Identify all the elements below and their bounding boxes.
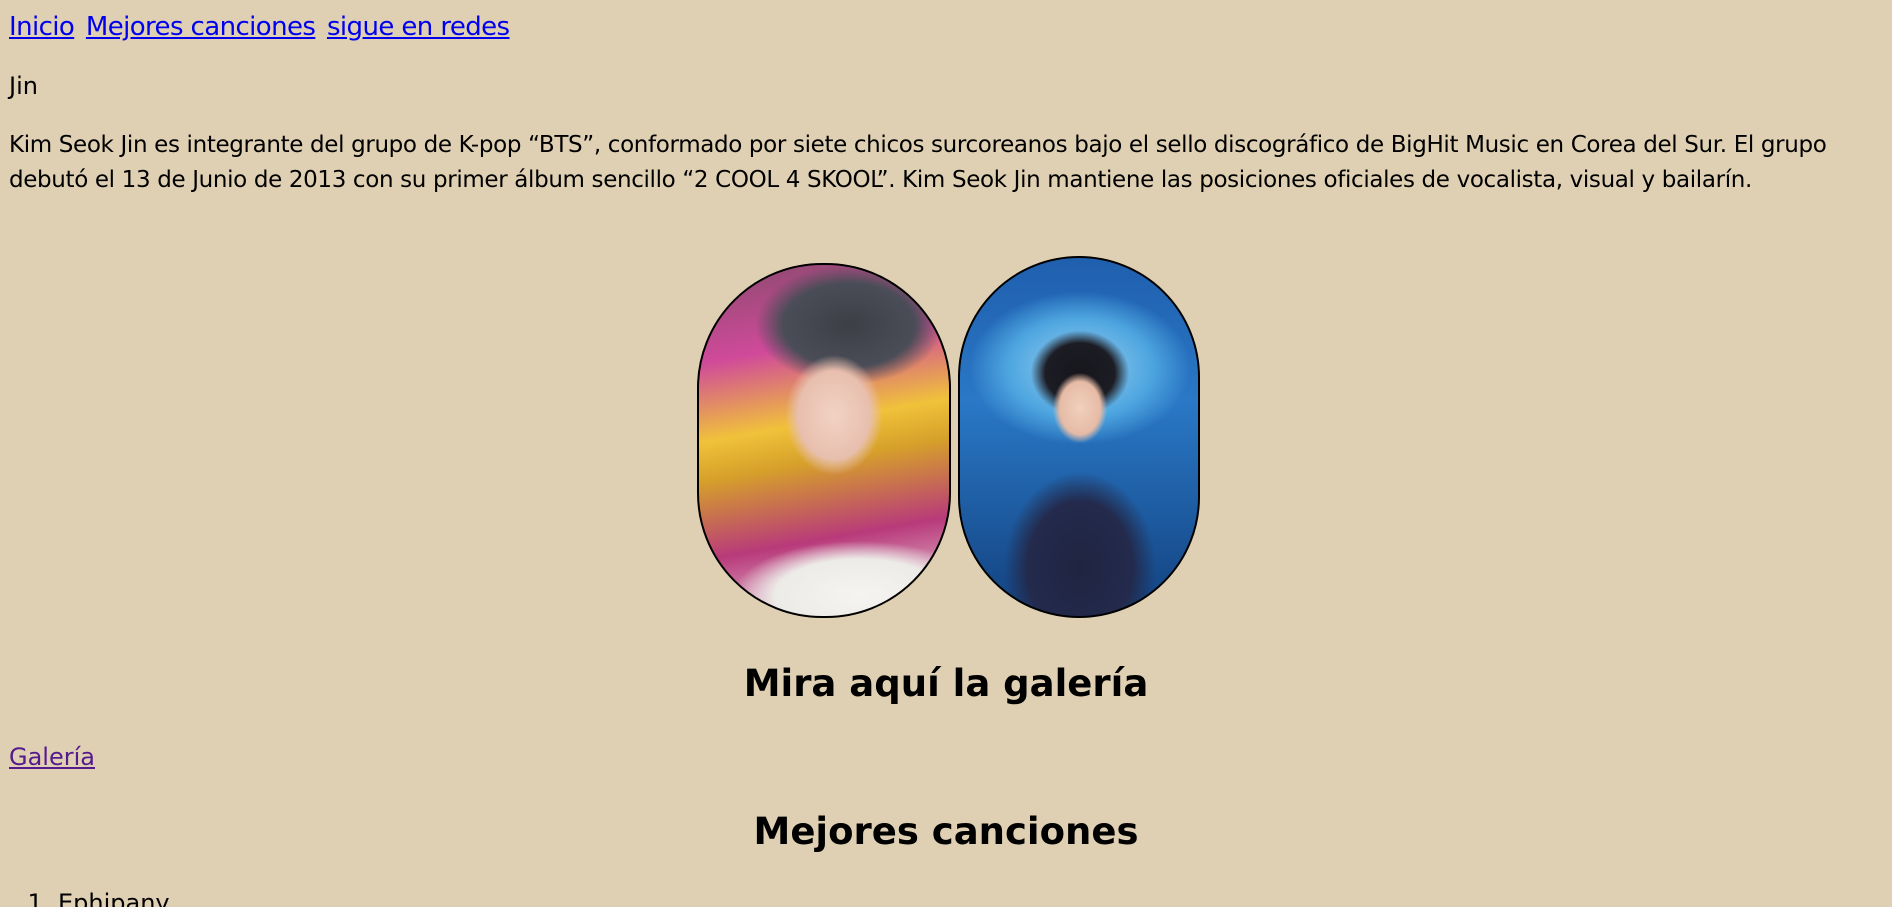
artist-bio: Kim Seok Jin es integrante del grupo de …: [9, 132, 1827, 193]
nav-link-inicio[interactable]: Inicio: [9, 12, 75, 42]
song-item: Ephipany: [58, 886, 170, 907]
nav-link-sigue-en-redes[interactable]: sigue en redes: [327, 12, 510, 42]
jin-portrait-photo-1: [697, 263, 951, 618]
nav-link-mejores-canciones[interactable]: Mejores canciones: [86, 12, 316, 42]
gallery-link[interactable]: Galería: [9, 740, 95, 775]
songs-list: Ephipany: [0, 886, 170, 907]
songs-heading: Mejores canciones: [753, 810, 1139, 853]
jin-portrait-photo-2: [958, 256, 1200, 618]
top-nav: Inicio Mejores canciones sigue en redes: [9, 10, 514, 45]
artist-name: Jin: [9, 72, 38, 100]
gallery-heading: Mira aquí la galería: [743, 662, 1149, 705]
